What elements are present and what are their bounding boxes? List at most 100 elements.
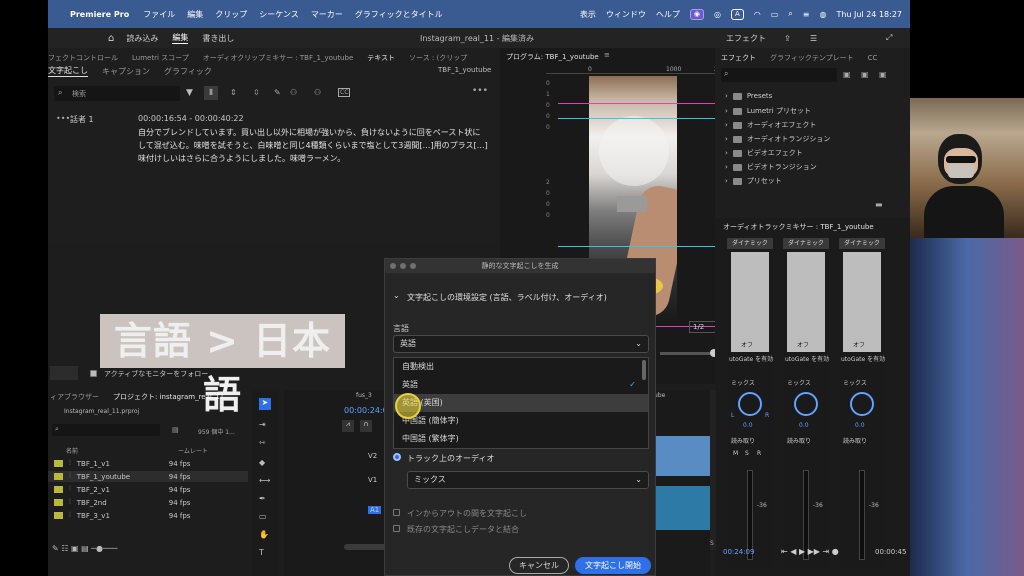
menu-edit[interactable]: 編集 [187, 9, 203, 20]
tab-effects[interactable]: エフェクト [721, 53, 756, 63]
cc-icon[interactable]: CC [338, 88, 351, 97]
automation-mode[interactable]: 読み取り [731, 436, 755, 445]
ripple-edit-icon[interactable]: ⇿ [259, 438, 269, 448]
project-item[interactable]: ⫶ TBF_1_v1 94 fps [48, 458, 248, 469]
filter-icon[interactable]: ▼ [186, 88, 193, 98]
project-search[interactable]: ⌕ [52, 424, 160, 436]
align-icon[interactable]: ⇳ [253, 88, 260, 97]
transcript-text[interactable]: 自分でブレンドしています。買い出し以外に相場が強いから、負けないように回をペース… [138, 126, 488, 165]
tab-text[interactable]: テキスト [367, 53, 395, 63]
timeline-tab[interactable]: fus_3 [356, 392, 372, 399]
tab-lumetri-scope[interactable]: Lumetri スコープ [132, 53, 189, 63]
tab-audio-clip-mixer[interactable]: オーディオクリップミキサー : TBF_1_youtube [203, 53, 354, 63]
program-tab[interactable]: プログラム: TBF_1_youtube [506, 52, 599, 62]
speakers-icon[interactable]: ⚇ [290, 88, 297, 97]
mute-button[interactable]: M [733, 450, 738, 457]
minimize-dot-icon[interactable] [400, 263, 406, 269]
type-icon[interactable]: T [259, 548, 269, 558]
razor-icon[interactable]: ◆ [259, 458, 269, 468]
subtab-graphics[interactable]: グラフィック [164, 66, 212, 77]
transport-controls[interactable]: ⇤ ◀ ▶ ▶▶ ⇥ ● [781, 547, 839, 556]
language-option[interactable]: 中国語 (簡体字) [394, 412, 648, 430]
workspace-edit[interactable]: 編集 [172, 32, 189, 44]
input-source-icon[interactable]: A [730, 8, 744, 20]
strip-mix[interactable]: ミックス [731, 378, 755, 387]
split-icon[interactable]: ⦀ [204, 86, 218, 100]
audio-mixer-tab[interactable]: オーディオトラックミキサー : TBF_1_youtube [723, 222, 874, 232]
track-a1[interactable]: A1 [368, 506, 382, 514]
menu-view[interactable]: 表示 [580, 9, 596, 20]
search-icon[interactable]: ⌕ [788, 9, 792, 19]
chevron-down-icon[interactable]: ⌄ [393, 291, 400, 300]
mix-dropdown[interactable]: ミックス ⌄ [407, 471, 649, 489]
solo-button[interactable]: S [745, 450, 749, 457]
language-dropdown[interactable]: 英語 ⌄ [393, 335, 649, 353]
accelerated-icon[interactable]: ▣ [861, 70, 869, 79]
section-title[interactable]: 文字起こしの環境設定 (言語、ラベル付け、オーディオ) [407, 292, 607, 303]
column-name[interactable]: 名前 [66, 446, 78, 455]
speaker-menu-icon[interactable]: ••• [56, 114, 70, 123]
screen-record-icon[interactable]: ◉ [689, 8, 704, 20]
effects-slot[interactable] [787, 252, 825, 352]
tab-effect-controls[interactable]: フェクトコントロール [48, 53, 118, 63]
automation-mode[interactable]: 読み取り [843, 436, 867, 445]
effect-folder[interactable]: › オーディオエフェクト [725, 120, 816, 130]
subtab-transcript[interactable]: 文字起こし [48, 65, 88, 77]
menu-file[interactable]: ファイル [143, 9, 175, 20]
language-option[interactable]: 中国語 (繁体字) [394, 430, 648, 448]
merge-icon[interactable]: ⇕ [230, 88, 237, 97]
inout-label[interactable]: インからアウトの間を文字起こし [407, 508, 527, 519]
tab-source[interactable]: ソース : (クリップ [409, 53, 467, 63]
zoom-dot-icon[interactable] [410, 263, 416, 269]
automation-mode[interactable]: 読み取り [787, 436, 811, 445]
fader-track[interactable] [859, 470, 865, 560]
strip-mix[interactable]: ミックス [787, 378, 811, 387]
close-dot-icon[interactable] [390, 263, 396, 269]
clock[interactable]: Thu Jul 24 18:27 [836, 10, 902, 19]
menu-marker[interactable]: マーカー [311, 9, 343, 20]
effect-folder[interactable]: › ビデオエフェクト [725, 148, 803, 158]
audio-clip[interactable] [652, 486, 712, 530]
hand-icon[interactable]: ✋ [259, 530, 269, 540]
column-fps[interactable]: ームレート [178, 446, 208, 455]
search-field[interactable]: ⌕ 検索 [54, 86, 180, 101]
combine-checkbox[interactable] [393, 525, 400, 532]
project-item[interactable]: ⫶ TBF_2_v1 94 fps [48, 484, 248, 495]
program-menu-icon[interactable]: ≡ [604, 51, 610, 59]
workspace-import[interactable]: 読み込み [126, 33, 158, 44]
menu-window[interactable]: ウィンドウ [606, 9, 646, 20]
combine-label[interactable]: 既存の文字起こしデータと結合 [407, 524, 519, 535]
progress-icon[interactable]: ☰ [810, 34, 817, 43]
project-item[interactable]: ⫶ TBF_2nd 94 fps [48, 497, 248, 508]
effect-folder[interactable]: › Lumetri プリセット [725, 106, 811, 116]
track-v1[interactable]: V1 [368, 476, 377, 484]
effect-folder[interactable]: › オーディオトランジション [725, 134, 830, 144]
language-option[interactable]: 英語 ✓ [394, 376, 648, 394]
list-scrollbar[interactable] [642, 360, 646, 380]
quick-export-icon[interactable]: ⇪ [784, 34, 791, 43]
track-audio-label[interactable]: トラック上のオーディオ [407, 453, 494, 464]
control-center-icon[interactable]: ≡ [803, 10, 810, 19]
effects-workspace-label[interactable]: エフェクト [726, 33, 766, 44]
speaker-label[interactable]: 話者 1 [70, 114, 94, 125]
timeline-timecode[interactable]: 00:00:24:0 [344, 406, 388, 415]
track-v2[interactable]: V2 [368, 452, 377, 460]
wifi-icon[interactable]: ◠ [754, 10, 761, 19]
pan-dial[interactable] [850, 392, 874, 416]
effect-folder[interactable]: › プリセット [725, 176, 782, 186]
fader-track[interactable] [747, 470, 753, 560]
effects-search[interactable]: ⌕ [721, 68, 837, 82]
new-folder-icon[interactable]: ▬ [875, 200, 883, 209]
pencil-icon[interactable]: ✎ [274, 88, 281, 97]
new-bin-icon[interactable]: ▣ [843, 70, 851, 79]
pen-icon[interactable]: ✒ [259, 494, 269, 504]
home-icon[interactable]: ⌂ [108, 33, 114, 44]
tab-graphic-templates[interactable]: グラフィックテンプレート [770, 53, 854, 63]
record-button[interactable]: R [757, 450, 761, 457]
video-clip[interactable] [652, 436, 712, 476]
menu-help[interactable]: ヘルプ [656, 9, 680, 20]
effect-folder[interactable]: › ビデオトランジション [725, 162, 817, 172]
siri-icon[interactable]: ◍ [819, 10, 826, 19]
inout-checkbox[interactable] [393, 509, 400, 516]
monitor-toggle-icon[interactable] [50, 366, 78, 380]
